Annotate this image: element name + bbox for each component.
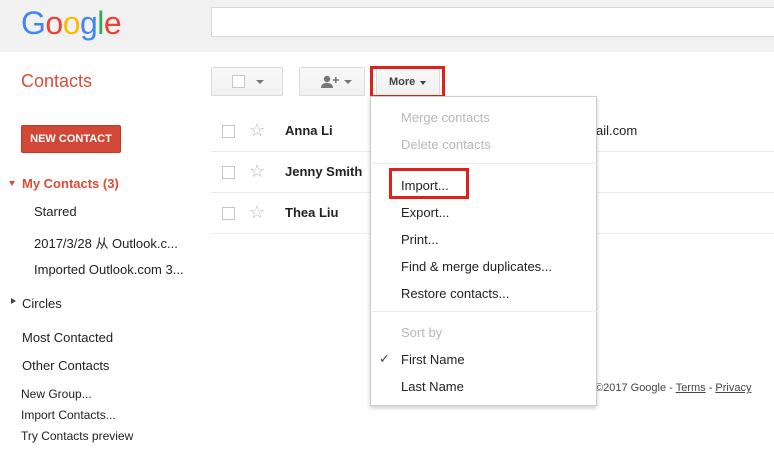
collapse-triangle-icon[interactable] (11, 298, 16, 304)
logo-letter: e (103, 5, 122, 41)
menu-item-sort-last-name[interactable]: Last Name (401, 379, 464, 394)
sidebar-item-most-contacted[interactable]: Most Contacted (22, 330, 113, 345)
menu-section-sort-by: Sort by (401, 325, 443, 340)
highlight-box-import (389, 168, 469, 199)
logo-letter: l (97, 5, 104, 41)
menu-item-print[interactable]: Print... (401, 232, 439, 247)
add-person-icon (321, 75, 339, 88)
menu-divider (372, 311, 597, 312)
row-checkbox[interactable] (222, 166, 235, 179)
menu-item-restore-contacts[interactable]: Restore contacts... (401, 286, 509, 301)
menu-divider (372, 163, 597, 164)
footer-separator: - (705, 382, 716, 394)
add-to-group-button[interactable] (299, 67, 365, 96)
expand-triangle-icon[interactable] (9, 181, 15, 186)
google-logo[interactable]: Google (21, 5, 122, 41)
logo-letter: o (62, 5, 81, 41)
copyright-text: ©2017 Google - (595, 382, 676, 394)
menu-item-sort-first-name[interactable]: First Name (401, 352, 465, 367)
terms-link[interactable]: Terms (676, 382, 706, 394)
highlight-box-more (370, 66, 445, 98)
star-icon[interactable]: ☆ (249, 203, 265, 221)
contact-name: Jenny Smith (285, 164, 363, 179)
top-bar: Google (0, 0, 774, 52)
star-icon[interactable]: ☆ (249, 121, 265, 139)
sidebar-item-circles[interactable]: Circles (22, 296, 62, 311)
contact-email: ail.com (596, 123, 638, 138)
menu-item-delete-contacts: Delete contacts (401, 137, 491, 152)
contact-name: Anna Li (285, 123, 333, 138)
row-checkbox[interactable] (222, 207, 235, 220)
menu-item-merge-contacts: Merge contacts (401, 110, 490, 125)
sidebar-item-imported-outlook[interactable]: Imported Outlook.com 3... (34, 262, 184, 277)
sidebar-item-starred[interactable]: Starred (34, 204, 77, 219)
import-contacts-link[interactable]: Import Contacts... (21, 408, 116, 422)
new-contact-button[interactable]: NEW CONTACT (21, 125, 121, 153)
select-all-checkbox[interactable] (232, 75, 245, 88)
privacy-link[interactable]: Privacy (715, 382, 751, 394)
checkmark-icon: ✓ (379, 351, 390, 366)
sidebar-item-other-contacts[interactable]: Other Contacts (22, 358, 109, 373)
logo-letter: g (79, 5, 98, 41)
sidebar-item-my-contacts[interactable]: My Contacts (3) (22, 176, 119, 191)
try-contacts-preview-link[interactable]: Try Contacts preview (21, 429, 133, 443)
footer: ©2017 Google - Terms - Privacy (595, 382, 751, 394)
menu-item-export[interactable]: Export... (401, 205, 449, 220)
logo-letter: G (21, 5, 46, 41)
menu-item-find-merge-duplicates[interactable]: Find & merge duplicates... (401, 259, 552, 274)
contact-name: Thea Liu (285, 205, 339, 220)
select-dropdown-button[interactable] (211, 67, 283, 96)
sidebar-item-group-outlook[interactable]: 2017/3/28 从 Outlook.c... (34, 233, 178, 252)
star-icon[interactable]: ☆ (249, 162, 265, 180)
search-input[interactable] (211, 7, 774, 37)
app-title[interactable]: Contacts (21, 71, 92, 92)
chevron-down-icon (256, 80, 264, 84)
new-group-link[interactable]: New Group... (21, 387, 92, 401)
row-checkbox[interactable] (222, 125, 235, 138)
chevron-down-icon (344, 80, 352, 84)
more-dropdown-menu: Merge contacts Delete contacts Import...… (370, 96, 597, 406)
logo-letter: o (45, 5, 63, 41)
